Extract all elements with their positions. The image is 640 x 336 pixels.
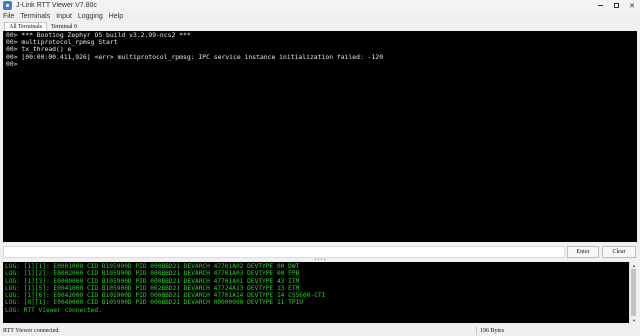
status-bar: RTT Viewer connected. 196 Bytes [0, 325, 640, 336]
connection-status: RTT Viewer connected. [3, 327, 60, 334]
menu-file[interactable]: File [3, 13, 14, 20]
scrollbar-thumb[interactable] [631, 269, 636, 316]
tab-all-terminals[interactable]: All Terminals [4, 22, 47, 31]
scroll-up-arrow-icon[interactable]: ▲ [630, 262, 638, 268]
log-line: LOG: [1][3]: E0000000 CID B105900D PID 0… [5, 277, 300, 285]
log-line: LOG: [1][6]: E0042000 CID B105900D PID 0… [5, 292, 326, 300]
enter-button[interactable]: Enter [567, 246, 599, 258]
window-title: J-Link RTT Viewer V7.80c [16, 2, 97, 9]
log-scrollbar[interactable]: ▲ ▼ [629, 262, 637, 323]
clear-button[interactable]: Clear [602, 246, 636, 258]
tab-terminal-0[interactable]: Terminal 0 [47, 23, 81, 31]
rtt-viewer-window: J-Link RTT Viewer V7.80c ✕ File Terminal… [0, 0, 640, 336]
minimize-button[interactable] [592, 0, 608, 11]
log-output[interactable]: LOG: [1][1]: E0001000 CID B105900D PID 0… [3, 262, 629, 323]
status-divider [476, 326, 477, 335]
jlink-app-icon [3, 1, 12, 10]
terminal-output[interactable]: 00> *** Booting Zephyr OS build v3.2.99-… [3, 31, 637, 242]
maximize-icon [613, 3, 619, 8]
minimize-icon [597, 5, 603, 6]
menu-logging[interactable]: Logging [78, 13, 103, 20]
maximize-button[interactable] [608, 0, 624, 11]
terminal-line: 00> [00:00:00.411,926] <err> multiprotoc… [6, 52, 384, 61]
log-line: LOG: [0][1]: E0040000 CID B105900D PID 0… [5, 299, 304, 307]
terminal-input-field[interactable] [3, 246, 565, 258]
menu-terminals[interactable]: Terminals [20, 13, 50, 20]
menu-input[interactable]: Input [56, 13, 72, 20]
log-line: LOG: RTT Viewer connected. [5, 306, 102, 314]
title-bar[interactable]: J-Link RTT Viewer V7.80c ✕ [0, 0, 640, 11]
close-button[interactable]: ✕ [624, 0, 640, 11]
log-line: LOG: [1][2]: E0002000 CID B105900D PID 0… [5, 270, 300, 278]
menu-bar: File Terminals Input Logging Help [0, 11, 640, 22]
log-line: LOG: [1][1]: E0001000 CID B105900D PID 0… [5, 263, 300, 270]
terminal-line: 00> multiprotocol_rpmsg Start [6, 38, 118, 47]
terminal-line: 00> [6, 59, 18, 68]
scroll-down-arrow-icon[interactable]: ▼ [630, 317, 638, 323]
byte-count: 196 Bytes [480, 327, 505, 334]
window-controls: ✕ [592, 0, 640, 11]
terminal-tab-bar: All Terminals Terminal 0 [0, 22, 640, 31]
log-line: LOG: [1][5]: E0041000 CID B105900D PID 0… [5, 284, 300, 292]
menu-help[interactable]: Help [109, 13, 123, 20]
close-icon: ✕ [629, 2, 635, 10]
